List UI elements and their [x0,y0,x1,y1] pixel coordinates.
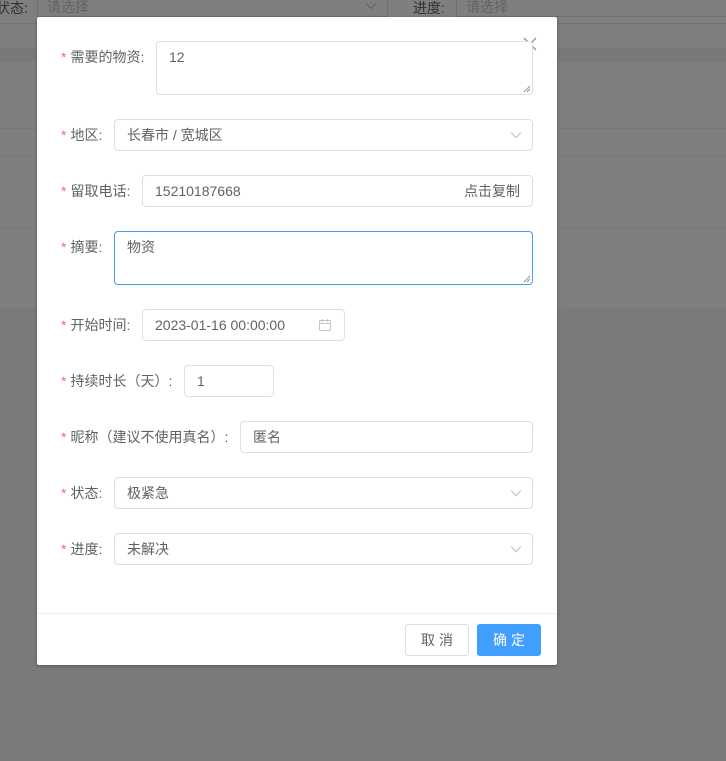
chevron-down-icon [510,132,522,139]
materials-label: * 需要的物资: [61,49,145,65]
progress-value: 未解决 [127,541,169,557]
copy-phone-button[interactable]: 点击复制 [464,176,520,206]
duration-input[interactable]: 1 [184,365,274,397]
status-label: * 状态: [61,485,103,501]
calendar-icon [319,319,331,331]
confirm-button[interactable]: 确定 [477,624,541,656]
region-cascader[interactable]: 长春市 / 宽城区 [114,119,533,151]
phone-value: 15210187668 [155,183,241,199]
resize-handle-icon[interactable] [523,275,531,283]
progress-select[interactable]: 未解决 [114,533,533,565]
duration-value: 1 [197,373,205,389]
status-select[interactable]: 极紧急 [114,477,533,509]
region-value: 长春市 / 宽城区 [127,127,223,143]
start-time-picker[interactable]: 2023-01-16 00:00:00 [142,309,345,341]
summary-value: 物资 [127,239,155,255]
edit-dialog: * 需要的物资: 12 * 地区: 长春市 / 宽城区 * 留取电话: 1521018… [37,17,557,665]
chevron-down-icon [510,546,522,553]
nickname-label: * 昵称（建议不使用真名）: [61,429,229,445]
summary-textarea[interactable]: 物资 [114,231,533,285]
duration-label: * 持续时长（天）: [61,373,173,389]
dialog-footer-divider [37,613,557,614]
materials-value: 12 [169,49,185,65]
required-mark: * [61,49,67,65]
cancel-button[interactable]: 取消 [405,624,469,656]
phone-input[interactable]: 15210187668 点击复制 [142,175,533,207]
nickname-input[interactable]: 匿名 [240,421,533,453]
resize-handle-icon[interactable] [523,85,531,93]
start-time-value: 2023-01-16 00:00:00 [155,317,285,333]
start-time-label: * 开始时间: [61,317,131,333]
materials-textarea[interactable]: 12 [156,41,533,95]
chevron-down-icon [510,490,522,497]
status-value: 极紧急 [127,485,169,501]
phone-label: * 留取电话: [61,183,131,199]
progress-label: * 进度: [61,541,103,557]
nickname-value: 匿名 [253,429,281,445]
region-label: * 地区: [61,127,103,143]
summary-label: * 摘要: [61,239,103,255]
